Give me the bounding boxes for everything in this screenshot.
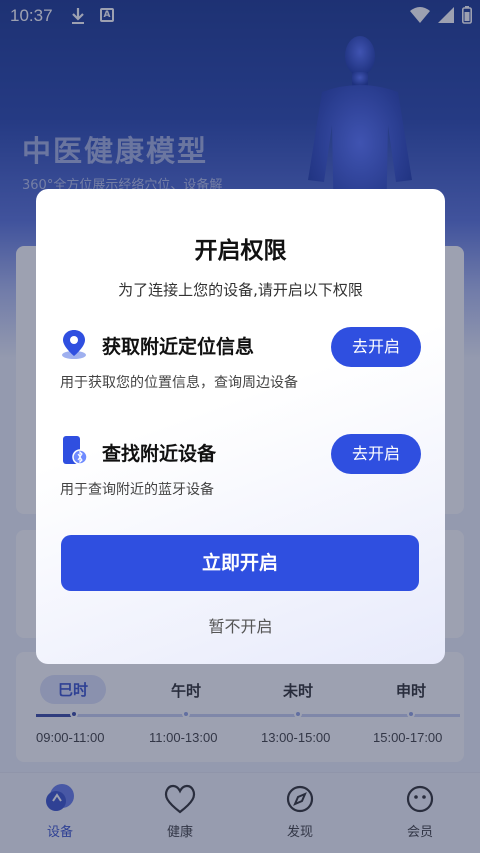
permission-dialog: 开启权限 为了连接上您的设备,请开启以下权限 获取附近定位信息 用于获取您的位置… xyxy=(36,189,445,664)
location-pin-icon xyxy=(62,330,86,359)
enable-bluetooth-button[interactable]: 去开启 xyxy=(331,434,421,474)
not-now-button[interactable]: 暂不开启 xyxy=(36,613,445,637)
bluetooth-phone-icon xyxy=(63,436,88,465)
permission-location: 获取附近定位信息 用于获取您的位置信息，查询周边设备 去开启 xyxy=(60,327,421,408)
dialog-subtitle: 为了连接上您的设备,请开启以下权限 xyxy=(118,281,363,299)
enable-now-button[interactable]: 立即开启 xyxy=(61,535,419,591)
permission-name: 查找附近设备 xyxy=(102,443,217,465)
permission-description: 用于获取您的位置信息，查询周边设备 xyxy=(60,375,298,391)
permission-name: 获取附近定位信息 xyxy=(102,336,255,358)
permission-description: 用于查询附近的蓝牙设备 xyxy=(60,482,214,498)
enable-location-button[interactable]: 去开启 xyxy=(331,327,421,367)
dialog-title: 开启权限 xyxy=(194,238,287,264)
permission-bluetooth: 查找附近设备 用于查询附近的蓝牙设备 去开启 xyxy=(60,434,421,498)
